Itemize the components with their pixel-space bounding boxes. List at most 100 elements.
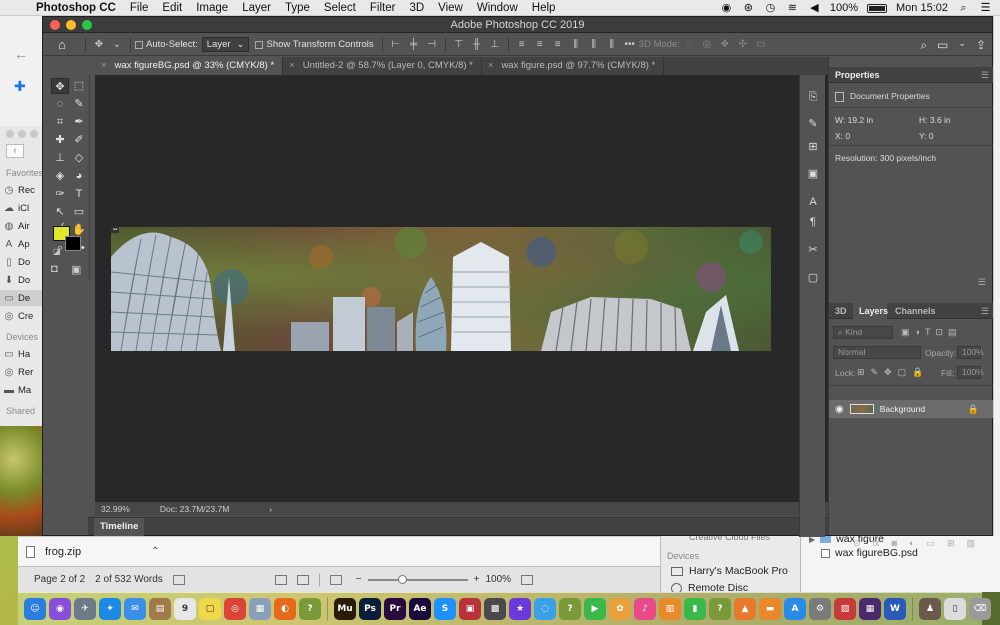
minimize-window-button[interactable] [66, 20, 76, 30]
dock-facetime-icon[interactable]: ▶ [584, 598, 606, 620]
background-color-swatch[interactable] [65, 236, 81, 251]
document-canvas[interactable]: ▪▪ [111, 227, 771, 351]
paragraph-icon[interactable]: ¶ [806, 215, 820, 229]
zoom-slider-knob[interactable] [397, 574, 407, 584]
distribute-middle-icon[interactable]: ≡ [534, 39, 546, 50]
download-item[interactable]: frog.zip [26, 545, 81, 558]
dock-help2-icon[interactable]: ? [559, 598, 581, 620]
dock-finder-icon[interactable]: ☺ [24, 598, 46, 620]
dock-ibooks-icon[interactable]: ▬ [759, 598, 781, 620]
close-tab-icon[interactable]: × [101, 57, 107, 75]
new-layer-icon[interactable]: ⊞ [947, 538, 955, 549]
fill-field[interactable]: 100% [957, 366, 984, 379]
properties-tab[interactable]: Properties [835, 67, 880, 83]
dock-vlc-icon[interactable]: ▲ [734, 598, 756, 620]
canvas-area[interactable]: ▪▪ [95, 75, 838, 502]
chevron-down-icon[interactable]: ⌄ [111, 39, 123, 50]
character-icon[interactable]: A [806, 195, 820, 209]
move-tool-icon[interactable]: ✥ [51, 78, 69, 94]
dock-numbers-icon[interactable]: ▮ [684, 598, 706, 620]
clone-stamp-icon[interactable]: ⊥ [51, 150, 69, 166]
tab-wax-figurebg[interactable]: × wax figureBG.psd @ 33% (CMYK/8) * [95, 57, 284, 75]
distribute-horizontal-icon[interactable]: ⫼ [570, 39, 582, 50]
3d-slide-icon[interactable]: ✣ [737, 39, 749, 50]
menu-image[interactable]: Image [189, 2, 235, 14]
align-middle-icon[interactable]: ╫ [471, 39, 483, 50]
sidebar-item-documents[interactable]: ▯ Do [0, 254, 45, 270]
brush-settings-icon[interactable]: ✎ [806, 117, 820, 131]
tool-presets-icon[interactable]: ✂ [806, 243, 820, 257]
tab-3d[interactable]: 3D [835, 303, 847, 319]
dock-system-preferences-icon[interactable]: ⚙ [809, 598, 831, 620]
healing-brush-icon[interactable]: ✚ [51, 132, 69, 148]
back-arrow-icon[interactable]: ← [14, 46, 28, 62]
screen-mode-icon[interactable]: ▣ [71, 263, 81, 276]
web-layout-icon[interactable] [296, 574, 309, 585]
distribute-bottom-icon[interactable]: ≡ [552, 39, 564, 50]
paint-bucket-icon[interactable]: ◈ [51, 168, 69, 184]
zoom-slider[interactable] [367, 574, 468, 584]
sidebar-item-applications[interactable]: A Ap [0, 236, 45, 252]
marquee-tool-icon[interactable]: ⬚ [70, 78, 88, 94]
dock-imovie-icon[interactable]: ★ [509, 598, 531, 620]
spotlight-icon[interactable]: ⌕ [957, 2, 970, 14]
layer-filter-icons[interactable]: ▣◑T⊡▤ [901, 327, 961, 338]
dock-document-icon[interactable]: ▯ [944, 598, 966, 620]
width-value[interactable]: W: 19.2 in [835, 115, 873, 125]
page-count[interactable]: Page 2 of 2 [34, 574, 85, 585]
close-tab-icon[interactable]: × [289, 57, 295, 75]
layer-row-background[interactable]: ◉ Background 🔒 [829, 400, 993, 418]
dock-image-capture-icon[interactable]: ▩ [484, 598, 506, 620]
move-tool-preset-icon[interactable]: ✥ [93, 39, 105, 50]
dock-help-icon[interactable]: ? [299, 598, 321, 620]
swap-colors-icon[interactable]: ⤡ [77, 224, 83, 234]
y-value[interactable]: Y: 0 [919, 131, 934, 141]
sync-icon[interactable]: ◷ [764, 2, 777, 14]
wifi-icon[interactable]: ≋ [786, 2, 799, 14]
dock-calendar-icon[interactable]: 9 [174, 598, 196, 620]
view-toggle-icon[interactable] [521, 574, 534, 585]
print-layout-icon[interactable] [274, 574, 287, 585]
delete-layer-icon[interactable]: ▥ [967, 538, 976, 549]
notification-center-icon[interactable]: ☰ [979, 2, 992, 14]
brush-tool-icon[interactable]: ✐ [70, 132, 88, 148]
x-value[interactable]: X: 0 [835, 131, 850, 141]
dock-photo-booth-icon[interactable]: ▣ [459, 598, 481, 620]
rectangle-tool-icon[interactable]: ▭ [70, 204, 88, 220]
3d-orbit-icon[interactable]: ◌ [683, 39, 695, 50]
home-icon[interactable]: ⌂ [43, 37, 81, 52]
panel-menu-icon[interactable]: ☰ [981, 70, 989, 81]
tab-untitled-2[interactable]: × Untitled-2 @ 58.7% (Layer 0, CMYK/8) * [283, 57, 482, 75]
dock-messages-icon[interactable]: ◌ [534, 598, 556, 620]
history-icon[interactable]: ⎘ [806, 90, 820, 104]
navigator-icon[interactable]: ▢ [806, 271, 820, 285]
menu-file[interactable]: File [123, 2, 156, 14]
dock-word-icon[interactable]: W [884, 598, 906, 620]
quick-mask-icon[interactable]: ◘ [51, 263, 58, 275]
opacity-field[interactable]: 100% [957, 346, 984, 359]
zoom-level[interactable]: 32.99% [101, 504, 130, 514]
dock-safari-icon[interactable]: ✦ [99, 598, 121, 620]
zoom-out-icon[interactable]: − [356, 574, 362, 585]
dock-skype-icon[interactable]: S [434, 598, 456, 620]
sidebar-item-recents[interactable]: ◷ Rec [0, 182, 45, 198]
menu-filter[interactable]: Filter [363, 2, 403, 14]
crop-tool-icon[interactable]: ⌗ [51, 114, 69, 130]
window-title-bar[interactable]: Adobe Photoshop CC 2019 [43, 17, 992, 33]
3d-pan-icon[interactable]: ✥ [719, 39, 731, 50]
tab-channels[interactable]: Channels [895, 303, 936, 319]
menu-3d[interactable]: 3D [402, 2, 431, 14]
lock-icon[interactable]: 🔒 [968, 404, 979, 415]
blend-mode-dropdown[interactable]: Normal [833, 346, 921, 359]
tab-layers[interactable]: Layers [859, 303, 888, 319]
dock-siri-icon[interactable]: ◉ [49, 598, 71, 620]
align-bottom-icon[interactable]: ⊥ [489, 39, 501, 50]
pen-tool-icon[interactable]: ✑ [51, 186, 69, 202]
type-tool-icon[interactable]: T [70, 186, 88, 202]
zoom-in-icon[interactable]: + [474, 574, 480, 585]
chevron-up-icon[interactable]: ⌃ [151, 546, 159, 557]
menu-layer[interactable]: Layer [235, 2, 278, 14]
tab-wax-figure[interactable]: × wax figure.psd @ 97.7% (CMYK/8) * [482, 57, 665, 75]
3d-scale-icon[interactable]: ▭ [755, 39, 767, 50]
auto-select-target-dropdown[interactable]: Layer ⌄ [201, 37, 250, 52]
